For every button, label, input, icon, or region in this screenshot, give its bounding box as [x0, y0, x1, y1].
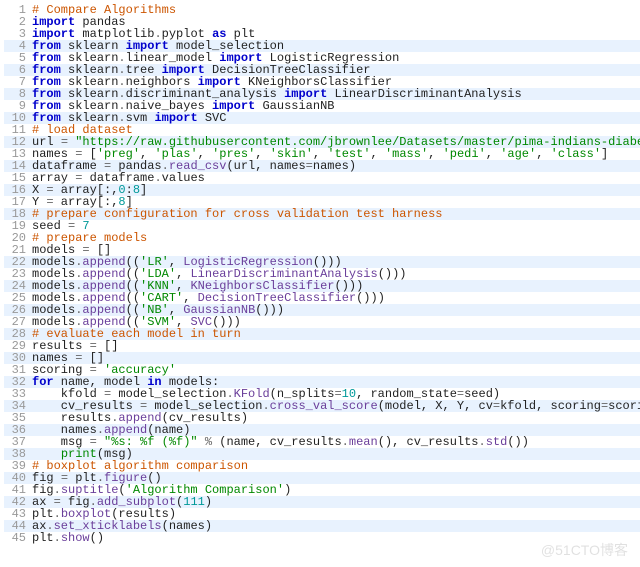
watermark: @51CTO博客 — [541, 543, 628, 557]
line-content: plt.show() — [32, 532, 104, 544]
line-content: # prepare configuration for cross valida… — [32, 208, 442, 220]
line-number: 4 — [4, 40, 32, 52]
line-number: 7 — [4, 76, 32, 88]
line-number: 6 — [4, 64, 32, 76]
code-line: 45plt.show() — [4, 532, 640, 544]
line-number: 5 — [4, 52, 32, 64]
line-number: 2 — [4, 16, 32, 28]
code-block: 1# Compare Algorithms2import pandas3impo… — [4, 4, 640, 544]
line-number: 1 — [4, 4, 32, 16]
line-number: 8 — [4, 88, 32, 100]
code-line: 18# prepare configuration for cross vali… — [4, 208, 640, 220]
line-number: 45 — [4, 532, 32, 544]
line-number: 3 — [4, 28, 32, 40]
